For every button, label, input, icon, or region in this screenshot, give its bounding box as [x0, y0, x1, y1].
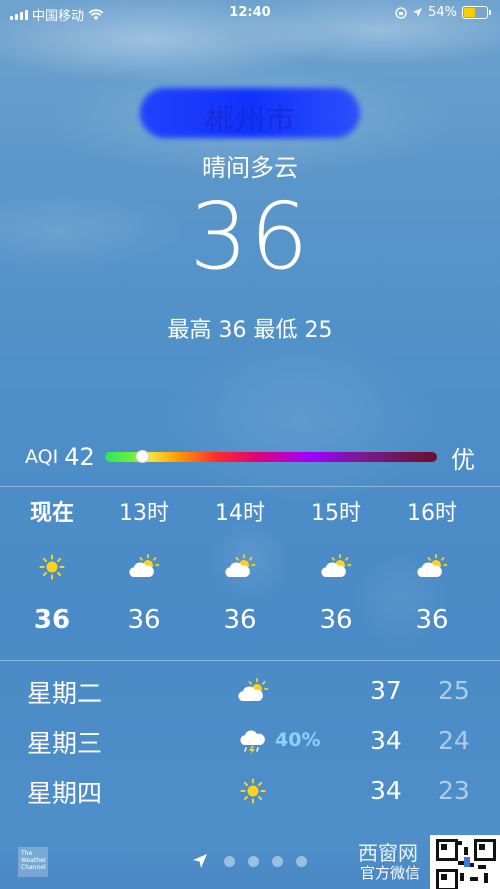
- high-low-temperature: 最高 36 最低 25: [167, 318, 333, 343]
- partly-cloudy-icon: [225, 554, 256, 577]
- weather-condition: 晴间多云: [202, 154, 298, 182]
- day-high-temp: 34: [370, 726, 402, 755]
- bottom-toolbar: The Weather Channel 西窗网 官方微信: [0, 835, 500, 889]
- aqi-row[interactable]: AQI 42 优: [25, 440, 475, 474]
- sun-icon: [39, 554, 65, 580]
- daily-row: 星期二 37 25: [0, 670, 500, 720]
- location-arrow-icon: [413, 8, 423, 17]
- daily-row: 星期三 40% 34 24: [0, 720, 500, 770]
- hour-temp: 36: [415, 605, 449, 635]
- page-dot[interactable]: [272, 856, 283, 867]
- battery-percent: 54%: [428, 5, 457, 20]
- partly-cloudy-icon: [321, 554, 352, 577]
- aqi-quality: 优: [451, 445, 475, 474]
- current-temperature: 36: [189, 183, 311, 290]
- aqi-label: AQI: [25, 446, 59, 468]
- daily-row: 星期四 34 23: [0, 770, 500, 820]
- day-low-temp: 25: [438, 676, 470, 705]
- hourly-item: 16时 36: [384, 495, 480, 635]
- day-low-temp: 23: [438, 776, 470, 805]
- page-dot[interactable]: [248, 856, 259, 867]
- aqi-gradient-bar: [104, 450, 437, 463]
- battery-level: [464, 8, 475, 17]
- day-name: 星期二: [27, 679, 103, 708]
- aqi-value: 42: [64, 443, 95, 471]
- partly-cloudy-icon: [129, 554, 160, 577]
- thunderstorm-icon: [240, 730, 265, 755]
- daily-forecast[interactable]: 星期二 37 25 星期三 40% 34 24 星期四 34 23: [0, 670, 500, 820]
- partly-cloudy-icon: [238, 678, 269, 701]
- hour-temp: 36: [319, 605, 353, 635]
- hourly-item: 现在 36: [4, 495, 100, 635]
- hour-label: 14时: [215, 501, 265, 526]
- page-dot[interactable]: [224, 856, 235, 867]
- weather-channel-logo[interactable]: The Weather Channel: [18, 847, 48, 877]
- day-low-temp: 24: [438, 726, 470, 755]
- hour-temp: 36: [223, 605, 257, 635]
- status-bar: 中国移动 12:40 54%: [0, 0, 500, 26]
- hour-temp: 36: [127, 605, 161, 635]
- hour-temp: 36: [33, 605, 71, 635]
- hour-label: 现在: [29, 501, 74, 526]
- divider-top: [0, 486, 500, 487]
- day-high-temp: 37: [370, 676, 402, 705]
- current-location-icon[interactable]: [192, 853, 208, 869]
- rotation-lock-icon: [395, 6, 407, 19]
- day-high-temp: 34: [370, 776, 402, 805]
- divider-middle: [0, 660, 500, 661]
- hourly-item: 14时 36: [192, 495, 288, 635]
- battery-icon: [462, 6, 491, 19]
- sun-icon: [240, 778, 266, 804]
- aqi-indicator: [135, 450, 149, 463]
- partly-cloudy-icon: [417, 554, 448, 577]
- hour-label: 13时: [119, 501, 169, 526]
- hour-label: 15时: [311, 501, 361, 526]
- watermark-subtitle: 官方微信: [360, 864, 421, 882]
- hourly-item: 13时 36: [96, 495, 192, 635]
- city-name: 郴州市: [205, 103, 295, 138]
- precipitation-chance: 40%: [275, 729, 321, 751]
- page-dot[interactable]: [296, 856, 307, 867]
- status-right: 54%: [395, 5, 491, 20]
- day-name: 星期四: [27, 779, 103, 808]
- hourly-item: 15时 36: [288, 495, 384, 635]
- day-name: 星期三: [27, 729, 103, 758]
- hour-label: 16时: [407, 501, 457, 526]
- qr-code-icon: [430, 835, 500, 889]
